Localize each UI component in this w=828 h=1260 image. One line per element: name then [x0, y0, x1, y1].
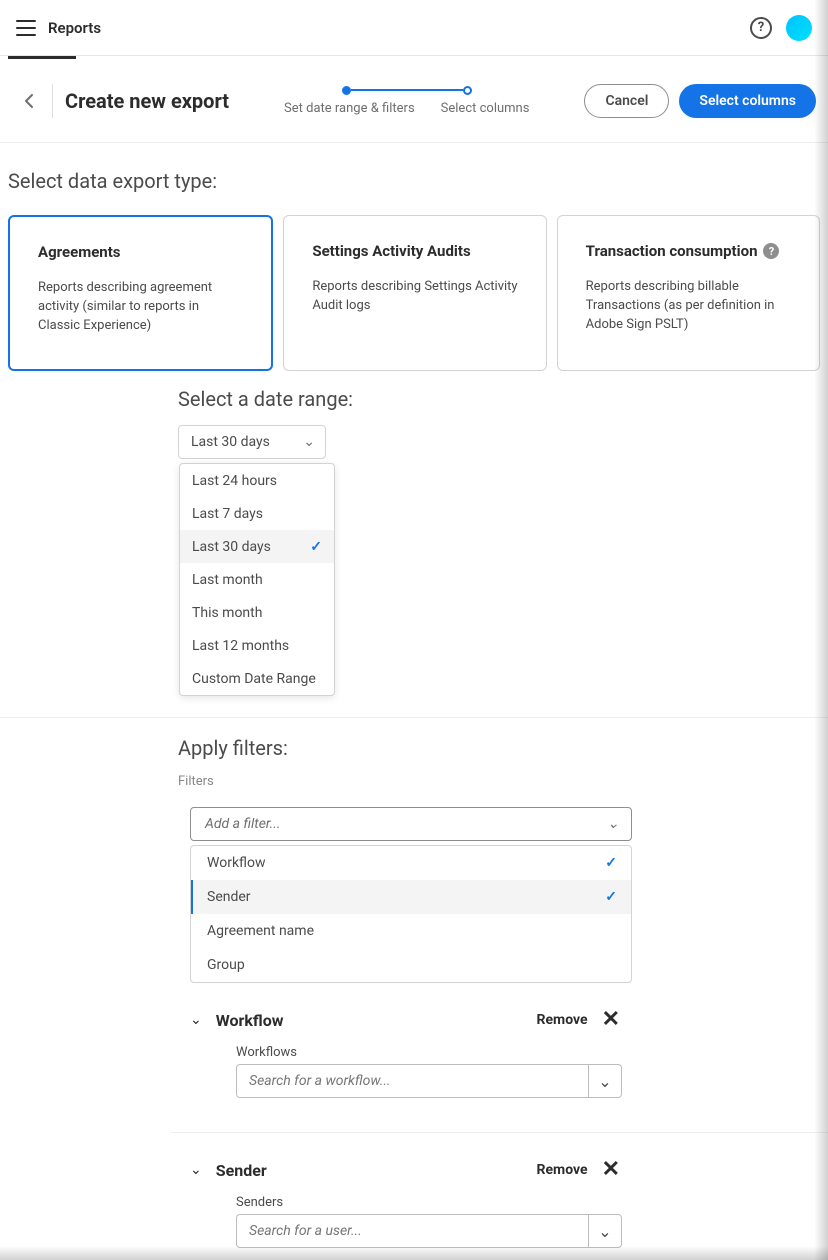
- info-icon[interactable]: ?: [763, 243, 779, 259]
- filter-block-workflow: ⌄ Workflow Remove ✕ Workflows ⌄: [190, 1009, 820, 1098]
- check-icon: ✓: [605, 855, 617, 871]
- date-range-section: Select a date range: Last 30 days ⌄ Last…: [8, 387, 820, 459]
- card-desc: Reports describing Settings Activity Aud…: [312, 278, 517, 316]
- filters-label: Filters: [178, 774, 820, 789]
- filter-option-label: Group: [207, 957, 245, 973]
- filter-option-workflow[interactable]: Workflow ✓: [191, 846, 631, 880]
- topbar-right: ?: [750, 15, 812, 41]
- check-icon: ✓: [605, 889, 617, 905]
- card-desc: Reports describing agreement activity (s…: [38, 279, 243, 336]
- filter-block-sender: ⌄ Sender Remove ✕ Senders ⌄: [190, 1159, 820, 1248]
- back-arrow-icon[interactable]: [12, 83, 48, 119]
- filter-name: Workflow: [216, 1011, 284, 1030]
- close-icon[interactable]: ✕: [602, 1159, 620, 1181]
- step-connector: [351, 89, 463, 91]
- date-option[interactable]: Last 30 days ✓: [180, 530, 334, 563]
- date-range-selected: Last 30 days: [191, 434, 270, 450]
- workflow-search-dropdown-button[interactable]: ⌄: [588, 1064, 622, 1098]
- filters-section: Apply filters: Filters Add a filter... ⌄…: [8, 736, 820, 1248]
- avatar[interactable]: [786, 15, 812, 41]
- step-dot-1: [342, 86, 351, 95]
- sender-search: ⌄: [236, 1214, 820, 1248]
- chevron-down-icon: ⌄: [303, 434, 315, 450]
- filter-option-label: Workflow: [207, 855, 266, 871]
- check-icon: ✓: [310, 539, 322, 555]
- step-label-1: Set date range & filters: [284, 101, 415, 116]
- filter-option-label: Sender: [207, 889, 251, 905]
- card-title: Settings Activity Audits: [312, 242, 517, 260]
- filter-dropdown: Workflow ✓ Sender ✓ Agreement name Group: [190, 845, 632, 983]
- date-option-label: Last month: [192, 572, 263, 588]
- date-option-label: Custom Date Range: [192, 671, 316, 687]
- collapse-icon[interactable]: ⌄: [190, 1012, 202, 1028]
- date-option[interactable]: This month: [180, 596, 334, 629]
- select-columns-button[interactable]: Select columns: [679, 84, 816, 118]
- card-desc: Reports describing billable Transactions…: [586, 278, 791, 335]
- section-divider: [0, 717, 828, 718]
- menu-icon[interactable]: [16, 20, 36, 36]
- close-icon[interactable]: ✕: [602, 1009, 620, 1031]
- chevron-down-icon: ⌄: [607, 816, 619, 832]
- date-option[interactable]: Last 12 months: [180, 629, 334, 662]
- filter-header: ⌄ Workflow Remove ✕: [190, 1009, 620, 1031]
- topbar-left: Reports: [16, 19, 101, 37]
- date-option-label: Last 12 months: [192, 638, 289, 654]
- date-range-dropdown: Last 24 hours Last 7 days Last 30 days✓ …: [179, 463, 335, 696]
- filter-sublabel: Workflows: [236, 1045, 820, 1060]
- step-label-2: Select columns: [441, 101, 530, 116]
- export-type-cards: Agreements Reports describing agreement …: [8, 215, 820, 371]
- date-option-label: Last 7 days: [192, 506, 263, 522]
- date-option-label: Last 24 hours: [192, 473, 277, 489]
- collapse-icon[interactable]: ⌄: [190, 1162, 202, 1178]
- date-option-label: Last 30 days: [192, 539, 271, 555]
- card-title: Agreements: [38, 243, 243, 261]
- chevron-down-icon: ⌄: [598, 1222, 611, 1241]
- workflow-search: ⌄: [236, 1064, 820, 1098]
- card-transaction-consumption[interactable]: Transaction consumption ? Reports descri…: [557, 215, 820, 371]
- page-header: Create new export Set date range & filte…: [0, 59, 828, 143]
- section-title-export-type: Select data export type:: [8, 169, 820, 193]
- workflow-search-input[interactable]: [236, 1064, 588, 1098]
- remove-filter-button[interactable]: Remove: [537, 1012, 588, 1028]
- date-range-select[interactable]: Last 30 days ⌄ Last 24 hours Last 7 days…: [178, 425, 326, 459]
- step-dot-2: [463, 86, 472, 95]
- card-title-text: Transaction consumption: [586, 242, 758, 260]
- filter-option-label: Agreement name: [207, 923, 314, 939]
- app-section-title: Reports: [48, 19, 101, 37]
- stepper: Set date range & filters Select columns: [229, 86, 584, 116]
- date-option[interactable]: Custom Date Range: [180, 662, 334, 695]
- date-option[interactable]: Last 24 hours: [180, 464, 334, 497]
- filter-option-agreement-name[interactable]: Agreement name: [191, 914, 631, 948]
- filter-option-sender[interactable]: Sender ✓: [191, 880, 631, 914]
- filter-header: ⌄ Sender Remove ✕: [190, 1159, 620, 1181]
- add-filter-select[interactable]: Add a filter... ⌄: [190, 807, 632, 841]
- cancel-button[interactable]: Cancel: [584, 84, 669, 118]
- date-option-label: This month: [192, 605, 262, 621]
- card-title: Transaction consumption ?: [586, 242, 791, 260]
- top-bar: Reports ?: [0, 0, 828, 56]
- date-range-title: Select a date range:: [178, 387, 820, 411]
- filters-title: Apply filters:: [178, 736, 820, 760]
- filter-option-group[interactable]: Group: [191, 948, 631, 982]
- filter-sublabel: Senders: [236, 1195, 820, 1210]
- date-option[interactable]: Last 7 days: [180, 497, 334, 530]
- section-divider: [170, 1132, 828, 1133]
- card-agreements[interactable]: Agreements Reports describing agreement …: [8, 215, 273, 371]
- divider: [52, 84, 53, 118]
- card-settings-audits[interactable]: Settings Activity Audits Reports describ…: [283, 215, 546, 371]
- sender-search-input[interactable]: [236, 1214, 588, 1248]
- header-actions: Cancel Select columns: [584, 84, 816, 118]
- add-filter-placeholder: Add a filter...: [205, 816, 280, 832]
- help-icon[interactable]: ?: [750, 17, 772, 39]
- filter-name: Sender: [216, 1161, 267, 1180]
- content: Select data export type: Agreements Repo…: [0, 143, 828, 1248]
- chevron-down-icon: ⌄: [598, 1072, 611, 1091]
- remove-filter-button[interactable]: Remove: [537, 1162, 588, 1178]
- date-option[interactable]: Last month: [180, 563, 334, 596]
- sender-search-dropdown-button[interactable]: ⌄: [588, 1214, 622, 1248]
- page-title: Create new export: [65, 89, 229, 113]
